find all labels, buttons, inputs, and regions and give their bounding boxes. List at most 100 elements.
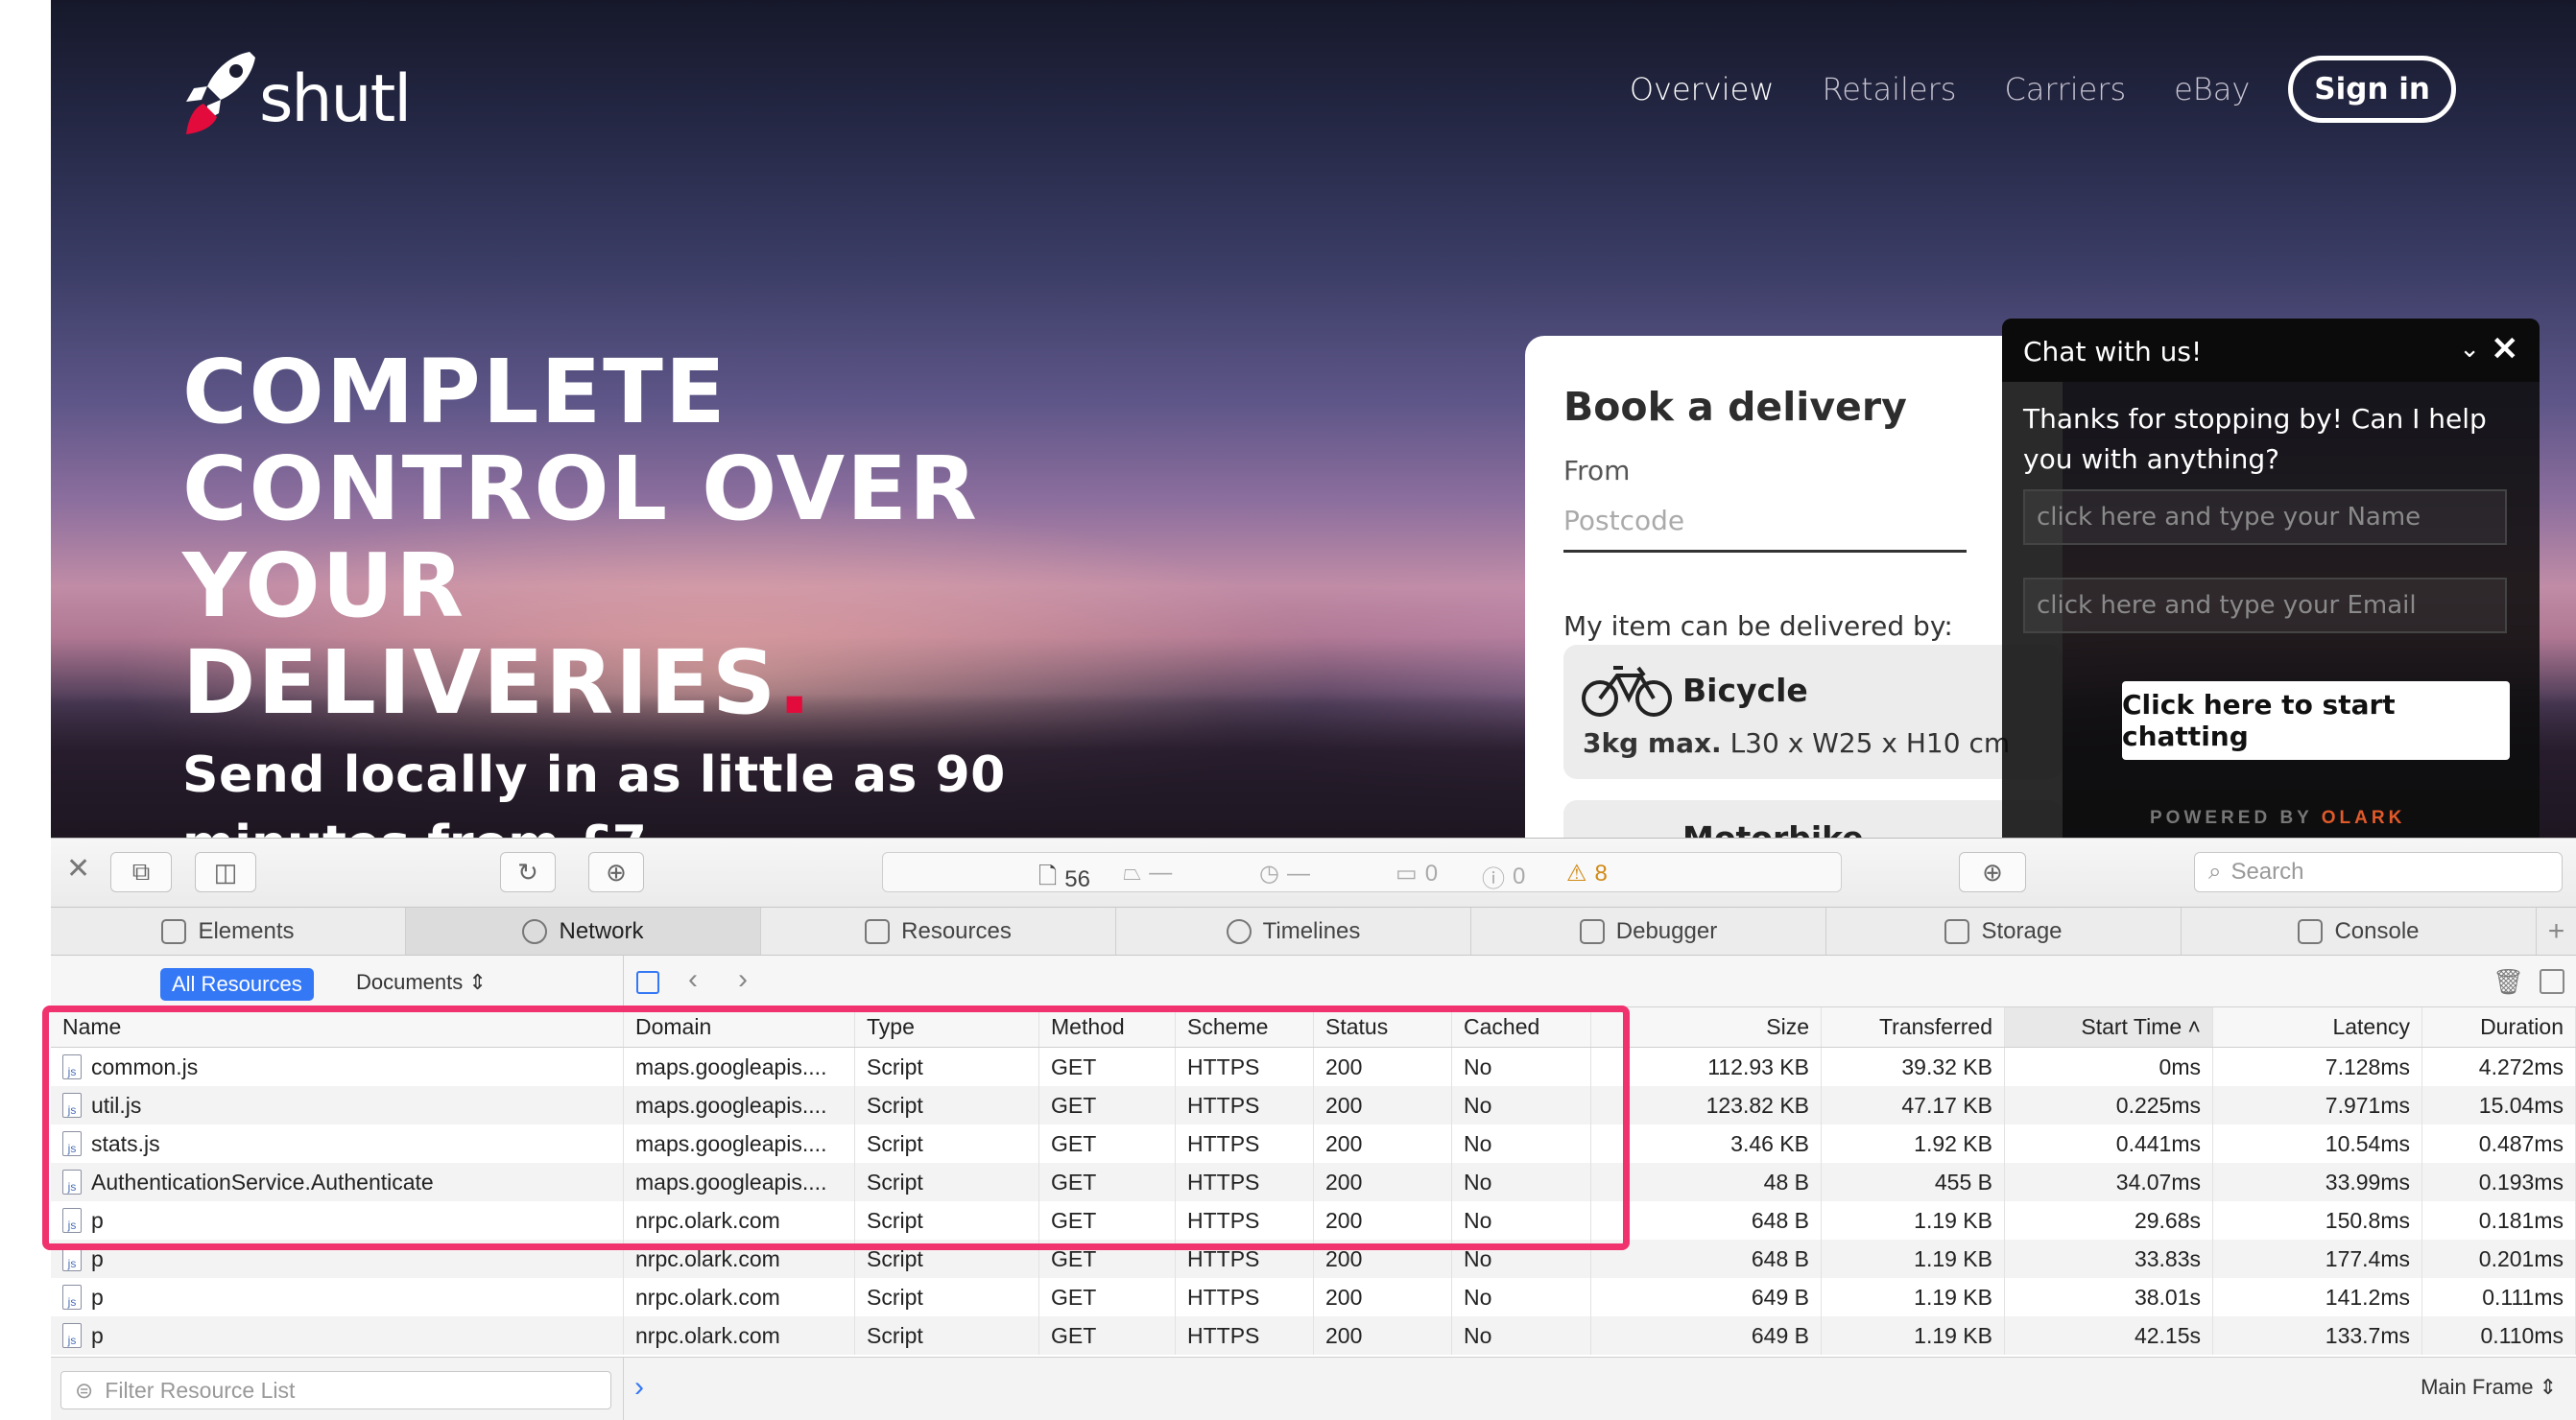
bicycle-spec: 3kg max. L30 x W25 x H10 cm: [1583, 727, 2010, 759]
chevron-down-icon[interactable]: ⌄: [2459, 334, 2480, 364]
nav-overview[interactable]: Overview: [1630, 71, 1775, 107]
cell-text: 0.441ms: [2115, 1130, 2201, 1156]
cell-text: 38.01s: [2134, 1284, 2201, 1310]
message-icon: ▭: [1395, 861, 1418, 887]
tab-label: Resources: [901, 917, 1012, 944]
cell-text: 200: [1325, 1284, 1363, 1310]
js-file-icon: js: [62, 1323, 82, 1348]
add-tab-icon[interactable]: +: [2537, 908, 2576, 955]
motorbike-option[interactable]: Motorbike: [1563, 800, 2063, 838]
js-file-icon: js: [62, 1285, 82, 1310]
filter-resource-input[interactable]: ⊜ Filter Resource List: [60, 1371, 611, 1409]
log-count[interactable]: ▭ 0: [1395, 860, 1438, 888]
reload-icon[interactable]: ↻: [500, 852, 556, 892]
close-icon[interactable]: ✕: [2492, 330, 2519, 368]
table-row[interactable]: js p nrpc.olark.com Script GET HTTPS 200 No 649 …: [51, 1316, 2576, 1355]
close-icon[interactable]: ✕: [66, 852, 90, 886]
documents-filter[interactable]: Documents ⇕: [356, 970, 487, 995]
network-filter-bar: All Resources Documents ⇕ ‹ › 🗑: [51, 956, 2576, 1007]
cell-duration: 0.111ms: [2422, 1278, 2576, 1316]
load-time[interactable]: ◷ —: [1259, 860, 1310, 888]
cell-start-time: 0.225ms: [2005, 1086, 2213, 1124]
bicycle-name: Bicycle: [1682, 672, 1808, 709]
book-delivery-title: Book a delivery: [1563, 384, 1907, 430]
tab-elements[interactable]: Elements: [51, 908, 406, 955]
divider: [623, 1358, 624, 1420]
chat-header[interactable]: Chat with us! ⌄ ✕: [2002, 319, 2540, 382]
cell-text: 112.93 KB: [1707, 1053, 1809, 1079]
cell-size: 649 B: [1591, 1278, 1822, 1316]
details-panel-icon[interactable]: [2540, 969, 2564, 994]
cell-text: 1.19 KB: [1914, 1207, 1992, 1233]
pending-indicator[interactable]: ⏢ —: [1123, 860, 1172, 887]
cell-text: 1.19 KB: [1914, 1245, 1992, 1271]
nav-ebay[interactable]: eBay: [2174, 71, 2250, 107]
cell-text: p: [91, 1322, 104, 1348]
sidebar-toggle-icon[interactable]: [636, 971, 659, 994]
headline-dot: .: [777, 631, 814, 734]
chevron-left-icon[interactable]: ‹: [688, 963, 698, 996]
cell-text: 0.225ms: [2115, 1092, 2201, 1118]
nav-carriers[interactable]: Carriers: [2004, 71, 2126, 107]
postcode-input[interactable]: [1563, 505, 1967, 553]
cell-text: 1.19 KB: [1914, 1284, 1992, 1310]
table-row[interactable]: js p nrpc.olark.com Script GET HTTPS 200 No 649 …: [51, 1278, 2576, 1316]
cell-text: 0.111ms: [2482, 1284, 2564, 1310]
tab-timelines[interactable]: Timelines: [1116, 908, 1471, 955]
frame-selector[interactable]: Main Frame ⇕: [2421, 1375, 2557, 1400]
headline-line-4: DELIVERIES: [182, 631, 778, 734]
cell-transferred: 39.32 KB: [1822, 1048, 2005, 1086]
cell-transferred: 455 B: [1822, 1163, 2005, 1201]
cell-transferred: 1.19 KB: [1822, 1278, 2005, 1316]
resource-count[interactable]: 🗋 56: [1038, 860, 1090, 899]
cell-cached: No: [1452, 1278, 1591, 1316]
cell-text: 47.17 KB: [1901, 1092, 1992, 1118]
column-header-duration[interactable]: Duration: [2422, 1007, 2576, 1047]
tab-resources[interactable]: Resources: [761, 908, 1116, 955]
chat-title: Chat with us!: [2023, 336, 2203, 367]
column-header-latency[interactable]: Latency: [2213, 1007, 2422, 1047]
nav-retailers[interactable]: Retailers: [1823, 71, 1957, 107]
trash-icon[interactable]: 🗑: [2493, 967, 2524, 997]
chat-name-field[interactable]: click here and type your Name: [2023, 489, 2507, 545]
column-header-transferred[interactable]: Transferred: [1822, 1007, 2005, 1047]
tab-network[interactable]: Network: [406, 908, 761, 955]
cell-text: 123.82 KB: [1705, 1092, 1809, 1118]
chat-email-field[interactable]: click here and type your Email: [2023, 578, 2507, 633]
dock-side-icon[interactable]: ◫: [195, 852, 256, 892]
cell-duration: 0.193ms: [2422, 1163, 2576, 1201]
search-icon: ⌕: [2208, 859, 2222, 885]
shutl-logo[interactable]: shutl: [182, 46, 412, 142]
warning-count[interactable]: ⚠ 8: [1566, 860, 1608, 888]
weight-icon: ⏢: [1123, 860, 1142, 886]
cell-text: 15.04ms: [2478, 1092, 2564, 1118]
console-prompt-icon[interactable]: ›: [634, 1371, 644, 1404]
column-header-start-time[interactable]: Start Time ˄: [2005, 1007, 2213, 1047]
cell-duration: 0.487ms: [2422, 1124, 2576, 1163]
error-icon: ⓘ: [1482, 866, 1505, 892]
bicycle-option[interactable]: Bicycle 3kg max. L30 x W25 x H10 cm: [1563, 645, 2063, 779]
chevron-right-icon[interactable]: ›: [738, 963, 748, 996]
detach-window-icon[interactable]: ⧉: [110, 852, 172, 892]
cell-text: nrpc.olark.com: [635, 1322, 780, 1348]
sign-in-button[interactable]: Sign in: [2288, 56, 2456, 123]
logo-text: shutl: [259, 60, 412, 137]
all-resources-filter[interactable]: All Resources: [160, 968, 314, 1001]
cell-start-time: 38.01s: [2005, 1278, 2213, 1316]
webpage-viewport: shutl Overview Retailers Carriers eBay S…: [0, 0, 2576, 838]
cell-text: 48 B: [1763, 1169, 1809, 1195]
cell-text: 1.92 KB: [1914, 1130, 1992, 1156]
download-icon[interactable]: ⊕: [588, 852, 644, 892]
cell-status: 200: [1314, 1278, 1452, 1316]
start-chatting-button[interactable]: Click here to start chatting: [2122, 681, 2510, 760]
tab-storage[interactable]: Storage: [1826, 908, 2182, 955]
hero-headline: COMPLETE CONTROL OVER YOUR DELIVERIES.: [182, 343, 979, 731]
tab-debugger[interactable]: Debugger: [1471, 908, 1826, 955]
tab-console[interactable]: Console: [2182, 908, 2537, 955]
powered-by-olark[interactable]: POWERED BY OLARK: [2150, 808, 2405, 829]
cell-duration: 0.201ms: [2422, 1240, 2576, 1278]
cell-text: Script: [867, 1322, 923, 1348]
error-count[interactable]: ⓘ 0: [1482, 860, 1525, 893]
crosshair-icon[interactable]: ⊕: [1959, 852, 2026, 892]
inspector-search[interactable]: ⌕ Search: [2194, 852, 2563, 892]
